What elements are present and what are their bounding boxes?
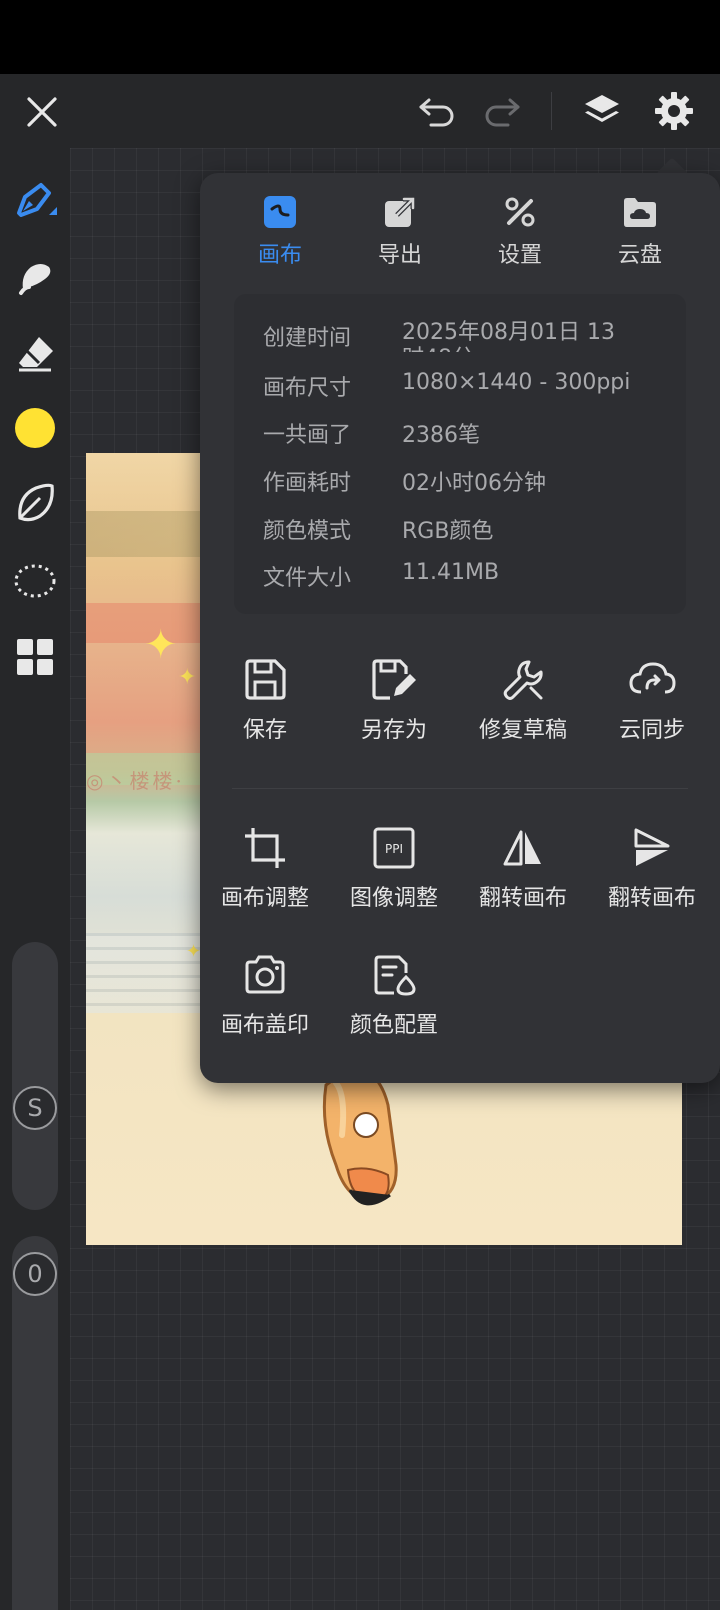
- color-profile-label: 颜色配置: [349, 1013, 438, 1038]
- cloud-sync-label: 云同步: [618, 718, 685, 743]
- ppi-icon: PPI: [373, 827, 415, 869]
- artwork-text: ◎丶楼楼·: [86, 769, 185, 793]
- undo-icon[interactable]: [412, 88, 462, 136]
- info-value: 2386笔: [402, 423, 480, 448]
- info-label: 画布尺寸: [263, 376, 352, 401]
- info-value: 1080×1440 - 300ppi: [402, 370, 631, 395]
- canvas-icon: [264, 196, 296, 228]
- eraser-icon[interactable]: [10, 328, 60, 378]
- brush-size-slider[interactable]: [12, 942, 58, 1210]
- info-label: 文件大小: [263, 566, 352, 591]
- info-label: 一共画了: [263, 423, 352, 448]
- opacity-label: 0: [27, 1260, 43, 1288]
- canvas-adjust-button[interactable]: 画布调整: [200, 826, 330, 912]
- pen-icon[interactable]: [10, 176, 60, 226]
- flip-canvas-label: 翻转画布: [478, 886, 567, 911]
- leaf-icon[interactable]: [10, 478, 60, 528]
- repair-draft-button[interactable]: 修复草稿: [458, 658, 588, 744]
- top-toolbar: [0, 74, 720, 148]
- save-button[interactable]: 保存: [200, 658, 330, 744]
- redo-icon[interactable]: [477, 88, 527, 136]
- wrench-icon: [503, 660, 543, 700]
- info-value-overflow: 时48分: [402, 340, 474, 352]
- canvas-stamp-button[interactable]: 画布盖印: [200, 953, 330, 1039]
- info-value: 11.41MB: [402, 560, 500, 585]
- cloud-folder-icon: [624, 198, 656, 227]
- image-adjust-label: 图像调整: [349, 886, 438, 911]
- gear-icon[interactable]: [649, 86, 699, 136]
- camera-icon: [245, 955, 285, 994]
- opacity-knob[interactable]: 0: [13, 1252, 57, 1296]
- color-swatch[interactable]: [10, 403, 60, 453]
- layers-icon[interactable]: [577, 86, 627, 136]
- toolbar-divider: [551, 92, 552, 130]
- info-label: 作画耗时: [263, 471, 352, 496]
- svg-text:PPI: PPI: [385, 842, 403, 856]
- save-label: 保存: [242, 718, 287, 743]
- tab-settings[interactable]: 设置: [465, 195, 575, 275]
- cloud-sync-icon: [629, 662, 676, 694]
- sparkle-icon: ✦: [178, 665, 197, 690]
- flip-horizontal-icon: [503, 830, 541, 866]
- tab-canvas[interactable]: 画布: [225, 195, 335, 275]
- save-icon: [245, 659, 286, 700]
- dotted-selection-icon[interactable]: [10, 556, 60, 606]
- image-adjust-button[interactable]: PPI 图像调整: [329, 826, 459, 912]
- grid-icon[interactable]: [10, 632, 60, 682]
- section-divider: [232, 788, 688, 789]
- crop-icon: [245, 828, 285, 868]
- pen-character-drawing: [318, 1065, 408, 1219]
- tab-label: 画布: [257, 243, 302, 268]
- export-icon: [385, 196, 416, 227]
- tab-label: 导出: [377, 243, 422, 268]
- left-toolbar: S 0: [0, 148, 70, 1610]
- sparkle-icon: ✦: [186, 941, 202, 962]
- save-as-label: 另存为: [360, 718, 427, 743]
- tab-label: 云盘: [617, 243, 662, 268]
- flip-vertical-icon: [634, 828, 670, 866]
- save-as-button[interactable]: 另存为: [329, 658, 459, 744]
- color-profile-button[interactable]: 颜色配置: [329, 953, 459, 1039]
- cloud-sync-button[interactable]: 云同步: [587, 658, 717, 744]
- tab-cloud-drive[interactable]: 云盘: [585, 195, 695, 275]
- smudge-icon[interactable]: [10, 252, 60, 302]
- info-value-overflow-clip: 时48分: [402, 336, 602, 352]
- info-value: 02小时06分钟: [402, 471, 546, 496]
- flip-canvas-horizontal-button[interactable]: 翻转画布: [458, 826, 588, 912]
- brush-size-label: S: [27, 1094, 43, 1122]
- sparkle-icon: ✦: [144, 622, 178, 668]
- repair-draft-label: 修复草稿: [478, 718, 567, 743]
- flip-canvas-vertical-button[interactable]: 翻转画布: [587, 826, 717, 912]
- info-value: RGB颜色: [402, 519, 494, 544]
- info-label: 颜色模式: [263, 519, 352, 544]
- status-bar: [0, 0, 720, 74]
- tab-label: 设置: [497, 243, 542, 268]
- canvas-adjust-label: 画布调整: [220, 886, 309, 911]
- info-label: 创建时间: [263, 326, 352, 351]
- tools-icon: [505, 197, 535, 227]
- canvas-stamp-label: 画布盖印: [220, 1013, 309, 1038]
- brush-size-knob[interactable]: S: [13, 1086, 57, 1130]
- color-profile-icon: [374, 955, 416, 996]
- tab-export[interactable]: 导出: [345, 195, 455, 275]
- save-as-icon: [372, 659, 416, 700]
- flip-canvas-label: 翻转画布: [607, 886, 696, 911]
- close-icon[interactable]: [18, 88, 66, 136]
